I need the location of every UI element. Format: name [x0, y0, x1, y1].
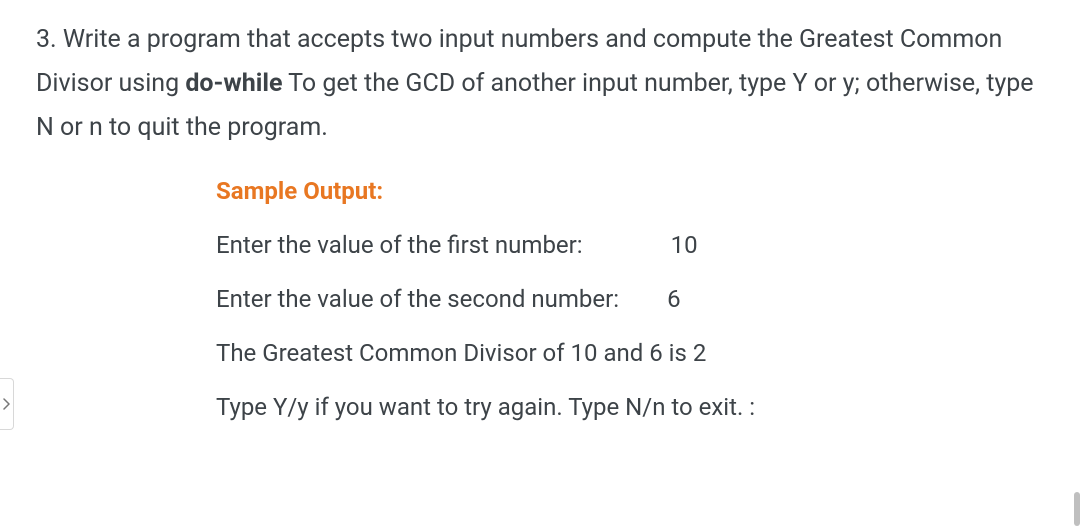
sample-output-section: Sample Output: Enter the value of the fi…	[36, 177, 1040, 421]
output-row-first: Enter the value of the first number: 10	[216, 231, 1040, 259]
question-text: 3. Write a program that accepts two inpu…	[36, 18, 1040, 149]
expand-tab[interactable]	[0, 378, 14, 430]
result-line: The Greatest Common Divisor of 10 and 6 …	[216, 339, 1040, 367]
question-bold: do-while	[185, 69, 282, 98]
sample-output-heading: Sample Output:	[216, 177, 1040, 205]
retry-prompt: Type Y/y if you want to try again. Type …	[216, 393, 1040, 421]
chevron-right-icon	[3, 398, 10, 410]
value-first-number: 10	[671, 231, 698, 259]
output-row-second: Enter the value of the second number: 6	[216, 285, 1040, 313]
value-second-number: 6	[667, 285, 681, 313]
prompt-first-number: Enter the value of the first number:	[216, 231, 583, 259]
scrollbar-thumb[interactable]	[1074, 492, 1080, 526]
prompt-second-number: Enter the value of the second number:	[216, 285, 619, 313]
